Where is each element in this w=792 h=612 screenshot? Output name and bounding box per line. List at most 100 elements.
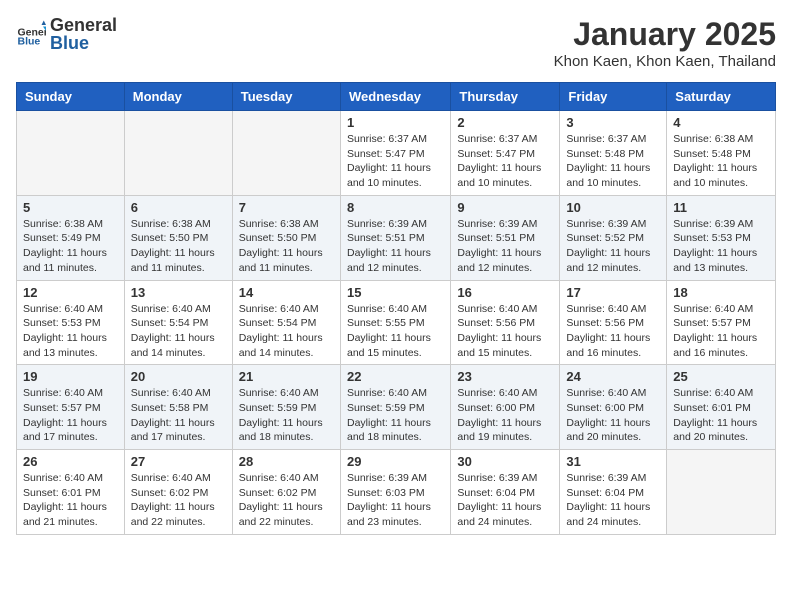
day-info: Sunrise: 6:40 AMSunset: 5:59 PMDaylight:… [347,386,444,445]
day-info: Sunrise: 6:40 AMSunset: 6:01 PMDaylight:… [673,386,769,445]
day-header-sunday: Sunday [17,83,125,111]
day-number: 24 [566,369,660,384]
day-info: Sunrise: 6:40 AMSunset: 5:57 PMDaylight:… [673,302,769,361]
day-info: Sunrise: 6:40 AMSunset: 5:57 PMDaylight:… [23,386,118,445]
week-row-2: 5 Sunrise: 6:38 AMSunset: 5:49 PMDaylight… [17,195,776,280]
day-number: 20 [131,369,226,384]
day-info: Sunrise: 6:40 AMSunset: 6:02 PMDaylight:… [131,471,226,530]
calendar-cell: 27 Sunrise: 6:40 AMSunset: 6:02 PMDayligh… [124,450,232,535]
calendar-cell: 31 Sunrise: 6:39 AMSunset: 6:04 PMDayligh… [560,450,667,535]
day-number: 2 [457,115,553,130]
day-number: 28 [239,454,334,469]
day-info: Sunrise: 6:40 AMSunset: 5:59 PMDaylight:… [239,386,334,445]
calendar-cell: 16 Sunrise: 6:40 AMSunset: 5:56 PMDayligh… [451,280,560,365]
day-number: 27 [131,454,226,469]
calendar-cell: 17 Sunrise: 6:40 AMSunset: 5:56 PMDayligh… [560,280,667,365]
day-info: Sunrise: 6:40 AMSunset: 6:02 PMDaylight:… [239,471,334,530]
calendar-cell: 18Sunrise: 6:40 AMSunset: 5:57 PMDayligh… [667,280,776,365]
day-info: Sunrise: 6:40 AMSunset: 6:00 PMDaylight:… [457,386,553,445]
day-info: Sunrise: 6:39 AMSunset: 5:53 PMDaylight:… [673,217,769,276]
calendar-cell: 7Sunrise: 6:38 AMSunset: 5:50 PMDaylight… [232,195,340,280]
calendar-cell [17,111,125,196]
day-number: 30 [457,454,553,469]
title-block: January 2025 Khon Kaen, Khon Kaen, Thail… [554,16,776,70]
page-header: General Blue General Blue January 2025 K… [16,16,776,70]
day-info: Sunrise: 6:37 AMSunset: 5:48 PMDaylight:… [566,132,660,191]
day-info: Sunrise: 6:38 AMSunset: 5:50 PMDaylight:… [131,217,226,276]
logo: General Blue General Blue [16,16,117,52]
day-number: 7 [239,200,334,215]
day-info: Sunrise: 6:40 AMSunset: 5:53 PMDaylight:… [23,302,118,361]
day-info: Sunrise: 6:40 AMSunset: 5:56 PMDaylight:… [566,302,660,361]
location-title: Khon Kaen, Khon Kaen, Thailand [554,53,776,70]
day-info: Sunrise: 6:40 AMSunset: 6:01 PMDaylight:… [23,471,118,530]
logo-general-text: General [50,16,117,34]
calendar-cell: 9Sunrise: 6:39 AMSunset: 5:51 PMDaylight… [451,195,560,280]
day-number: 11 [673,200,769,215]
calendar-cell [667,450,776,535]
calendar-cell: 26 Sunrise: 6:40 AMSunset: 6:01 PMDayligh… [17,450,125,535]
calendar-cell [232,111,340,196]
week-row-3: 12Sunrise: 6:40 AMSunset: 5:53 PMDayligh… [17,280,776,365]
week-row-5: 26 Sunrise: 6:40 AMSunset: 6:01 PMDayligh… [17,450,776,535]
day-info: Sunrise: 6:40 AMSunset: 5:54 PMDaylight:… [131,302,226,361]
day-info: Sunrise: 6:37 AMSunset: 5:47 PMDaylight:… [457,132,553,191]
day-number: 10 [566,200,660,215]
month-title: January 2025 [554,16,776,53]
calendar-table: SundayMondayTuesdayWednesdayThursdayFrid… [16,82,776,535]
day-info: Sunrise: 6:39 AMSunset: 5:51 PMDaylight:… [347,217,444,276]
calendar-cell: 4 Sunrise: 6:38 AMSunset: 5:48 PMDaylight… [667,111,776,196]
day-info: Sunrise: 6:38 AMSunset: 5:49 PMDaylight:… [23,217,118,276]
calendar-cell: 5 Sunrise: 6:38 AMSunset: 5:49 PMDaylight… [17,195,125,280]
week-row-1: 1Sunrise: 6:37 AMSunset: 5:47 PMDaylight… [17,111,776,196]
day-info: Sunrise: 6:40 AMSunset: 5:55 PMDaylight:… [347,302,444,361]
calendar-cell: 28 Sunrise: 6:40 AMSunset: 6:02 PMDayligh… [232,450,340,535]
day-number: 9 [457,200,553,215]
day-number: 19 [23,369,118,384]
calendar-cell: 30Sunrise: 6:39 AMSunset: 6:04 PMDayligh… [451,450,560,535]
day-info: Sunrise: 6:38 AMSunset: 5:48 PMDaylight:… [673,132,769,191]
day-info: Sunrise: 6:39 AMSunset: 6:03 PMDaylight:… [347,471,444,530]
day-number: 5 [23,200,118,215]
day-header-thursday: Thursday [451,83,560,111]
day-number: 31 [566,454,660,469]
day-number: 13 [131,285,226,300]
logo-icon: General Blue [16,19,46,49]
day-info: Sunrise: 6:40 AMSunset: 5:58 PMDaylight:… [131,386,226,445]
calendar-cell: 12Sunrise: 6:40 AMSunset: 5:53 PMDayligh… [17,280,125,365]
calendar-cell: 13 Sunrise: 6:40 AMSunset: 5:54 PMDayligh… [124,280,232,365]
calendar-cell: 3 Sunrise: 6:37 AMSunset: 5:48 PMDaylight… [560,111,667,196]
calendar-cell: 14Sunrise: 6:40 AMSunset: 5:54 PMDayligh… [232,280,340,365]
day-info: Sunrise: 6:37 AMSunset: 5:47 PMDaylight:… [347,132,444,191]
day-header-friday: Friday [560,83,667,111]
day-number: 15 [347,285,444,300]
day-header-wednesday: Wednesday [340,83,450,111]
calendar-cell: 8 Sunrise: 6:39 AMSunset: 5:51 PMDaylight… [340,195,450,280]
calendar-cell: 29Sunrise: 6:39 AMSunset: 6:03 PMDayligh… [340,450,450,535]
calendar-cell: 24 Sunrise: 6:40 AMSunset: 6:00 PMDayligh… [560,365,667,450]
week-row-4: 19 Sunrise: 6:40 AMSunset: 5:57 PMDayligh… [17,365,776,450]
day-number: 6 [131,200,226,215]
day-number: 17 [566,285,660,300]
day-info: Sunrise: 6:40 AMSunset: 6:00 PMDaylight:… [566,386,660,445]
day-number: 4 [673,115,769,130]
day-number: 14 [239,285,334,300]
calendar-cell: 20 Sunrise: 6:40 AMSunset: 5:58 PMDayligh… [124,365,232,450]
day-number: 8 [347,200,444,215]
day-info: Sunrise: 6:40 AMSunset: 5:56 PMDaylight:… [457,302,553,361]
logo-blue-text: Blue [50,34,117,52]
day-info: Sunrise: 6:39 AMSunset: 5:52 PMDaylight:… [566,217,660,276]
calendar-cell: 10 Sunrise: 6:39 AMSunset: 5:52 PMDayligh… [560,195,667,280]
day-number: 3 [566,115,660,130]
calendar-cell: 1Sunrise: 6:37 AMSunset: 5:47 PMDaylight… [340,111,450,196]
calendar-cell: 2 Sunrise: 6:37 AMSunset: 5:47 PMDaylight… [451,111,560,196]
day-info: Sunrise: 6:39 AMSunset: 6:04 PMDaylight:… [566,471,660,530]
day-number: 26 [23,454,118,469]
day-number: 25 [673,369,769,384]
day-number: 22 [347,369,444,384]
calendar-cell [124,111,232,196]
day-header-saturday: Saturday [667,83,776,111]
day-number: 16 [457,285,553,300]
calendar-cell: 25 Sunrise: 6:40 AMSunset: 6:01 PMDayligh… [667,365,776,450]
day-header-tuesday: Tuesday [232,83,340,111]
